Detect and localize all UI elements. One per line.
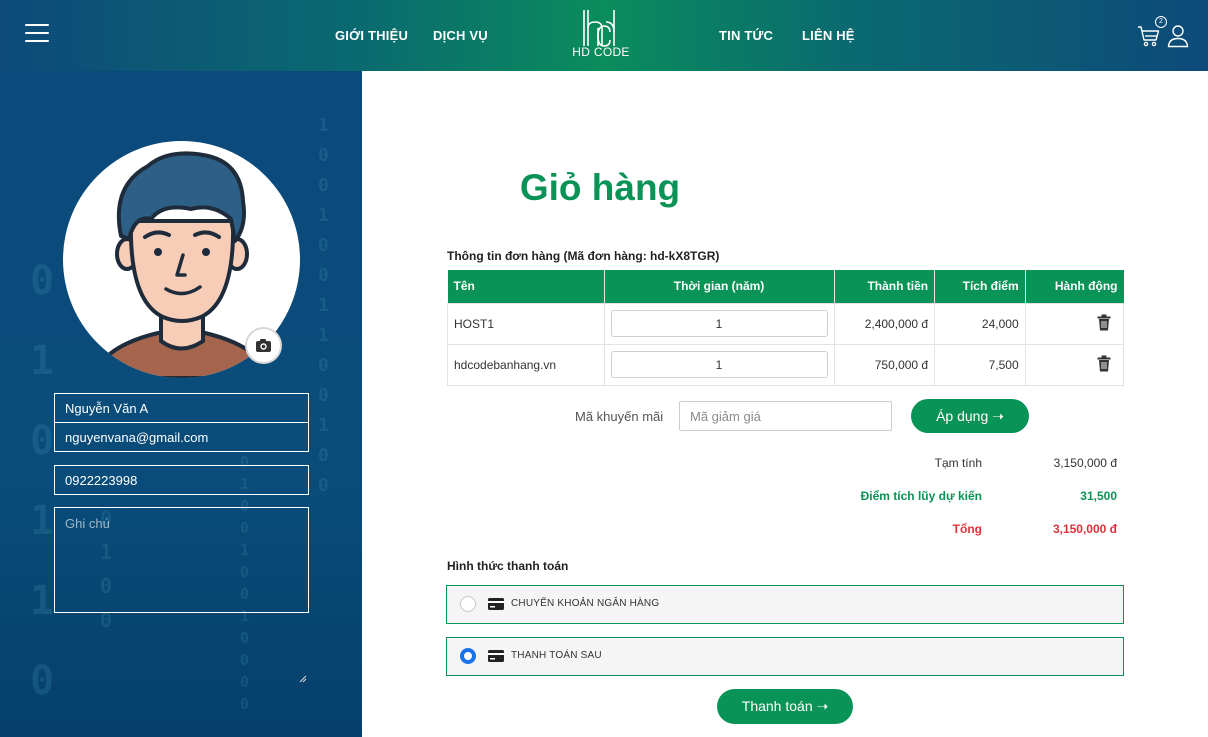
- name-field[interactable]: [54, 393, 309, 423]
- item-actions-cell: [1024, 343, 1125, 386]
- nav-dich-vu[interactable]: DỊCH VỤ: [433, 28, 488, 43]
- cart-icon[interactable]: [1137, 24, 1161, 48]
- delete-icon[interactable]: [1097, 355, 1111, 372]
- item-years-cell: [603, 343, 835, 386]
- nav-lien-he[interactable]: LIÊN HỆ: [802, 28, 855, 43]
- years-input[interactable]: [610, 351, 828, 378]
- item-price: 2,400,000 đ: [833, 302, 936, 345]
- table-row: hdcodebanhang.vn 750,000 đ 7,500: [447, 343, 1125, 386]
- camera-icon: [256, 339, 271, 352]
- note-field[interactable]: [54, 507, 309, 613]
- column-header-points: Tích điểm: [934, 270, 1026, 303]
- payment-option-pay-later[interactable]: THANH TOÁN SAU: [446, 637, 1124, 676]
- column-header-price: Thành tiền: [834, 270, 936, 303]
- radio-bank-transfer[interactable]: [460, 596, 476, 612]
- checkout-label: Thanh toán: [741, 698, 813, 714]
- promo-label: Mã khuyến mãi: [575, 409, 664, 424]
- checkout-button[interactable]: Thanh toán ➝: [717, 689, 853, 724]
- binary-decoration: 010110: [30, 258, 55, 704]
- user-icon[interactable]: [1167, 24, 1189, 48]
- top-header: GIỚI THIỆU DỊCH VỤ HD CODE TIN TỨC LIÊN …: [0, 0, 1208, 71]
- credit-card-icon: [488, 598, 504, 610]
- item-points: 7,500: [934, 343, 1026, 386]
- nav-gioi-thieu[interactable]: GIỚI THIỆU: [335, 28, 408, 43]
- profile-sidebar: 1001001100100 010010010000 0100 010110: [0, 71, 362, 737]
- item-price: 750,000 đ: [833, 343, 936, 386]
- apply-promo-button[interactable]: Áp dụng ➝: [911, 399, 1029, 433]
- email-field[interactable]: [54, 422, 309, 452]
- table-header-row: Tên Thời gian (năm) Thành tiền Tích điểm…: [447, 270, 1124, 303]
- page-title: Giỏ hàng: [519, 167, 681, 208]
- apply-promo-label: Áp dụng: [936, 408, 989, 424]
- promo-code-input[interactable]: [679, 401, 892, 431]
- column-header-years: Thời gian (năm): [604, 270, 835, 303]
- table-row: HOST1 2,400,000 đ 24,000: [447, 302, 1125, 345]
- order-info-label: Thông tin đơn hàng (Mã đơn hàng: hd-kX8T…: [447, 249, 720, 263]
- cart-table: Tên Thời gian (năm) Thành tiền Tích điểm…: [447, 270, 1125, 386]
- resize-handle-icon[interactable]: [299, 675, 307, 683]
- subtotal-label: Tạm tính: [934, 456, 982, 470]
- points-label: Điểm tích lũy dự kiến: [860, 489, 982, 503]
- item-points: 24,000: [934, 302, 1026, 345]
- item-years-cell: [603, 302, 835, 345]
- logo-text: HD CODE: [572, 45, 630, 59]
- item-name: hdcodebanhang.vn: [447, 343, 605, 386]
- payment-option-label: THANH TOÁN SAU: [511, 650, 602, 661]
- years-input[interactable]: [610, 310, 828, 337]
- total-label: Tổng: [952, 522, 982, 536]
- radio-pay-later[interactable]: [460, 648, 476, 664]
- payment-method-title: Hình thức thanh toán: [447, 559, 569, 573]
- total-value: 3,150,000 đ: [1052, 522, 1117, 536]
- delete-icon[interactable]: [1097, 314, 1111, 331]
- subtotal-value: 3,150,000 đ: [1053, 456, 1117, 470]
- phone-field[interactable]: [54, 465, 309, 495]
- item-actions-cell: [1024, 302, 1125, 345]
- points-value: 31,500: [1080, 489, 1117, 503]
- menu-icon[interactable]: [25, 24, 49, 43]
- arrow-right-icon: ➝: [816, 698, 829, 714]
- logo-mark: [583, 10, 615, 47]
- logo[interactable]: HD CODE: [571, 8, 631, 64]
- nav-tin-tuc[interactable]: TIN TỨC: [719, 28, 773, 43]
- binary-decoration: 1001001100100: [318, 115, 329, 496]
- credit-card-icon: [488, 650, 504, 662]
- change-avatar-button[interactable]: [247, 329, 280, 362]
- payment-option-bank-transfer[interactable]: CHUYỂN KHOẢN NGÂN HÀNG: [446, 585, 1124, 624]
- arrow-right-icon: ➝: [992, 408, 1004, 424]
- item-name: HOST1: [447, 302, 605, 345]
- payment-option-label: CHUYỂN KHOẢN NGÂN HÀNG: [511, 598, 660, 609]
- column-header-actions: Hành động: [1025, 270, 1124, 303]
- cart-count-badge: 2: [1155, 16, 1167, 28]
- column-header-name: Tên: [447, 270, 605, 303]
